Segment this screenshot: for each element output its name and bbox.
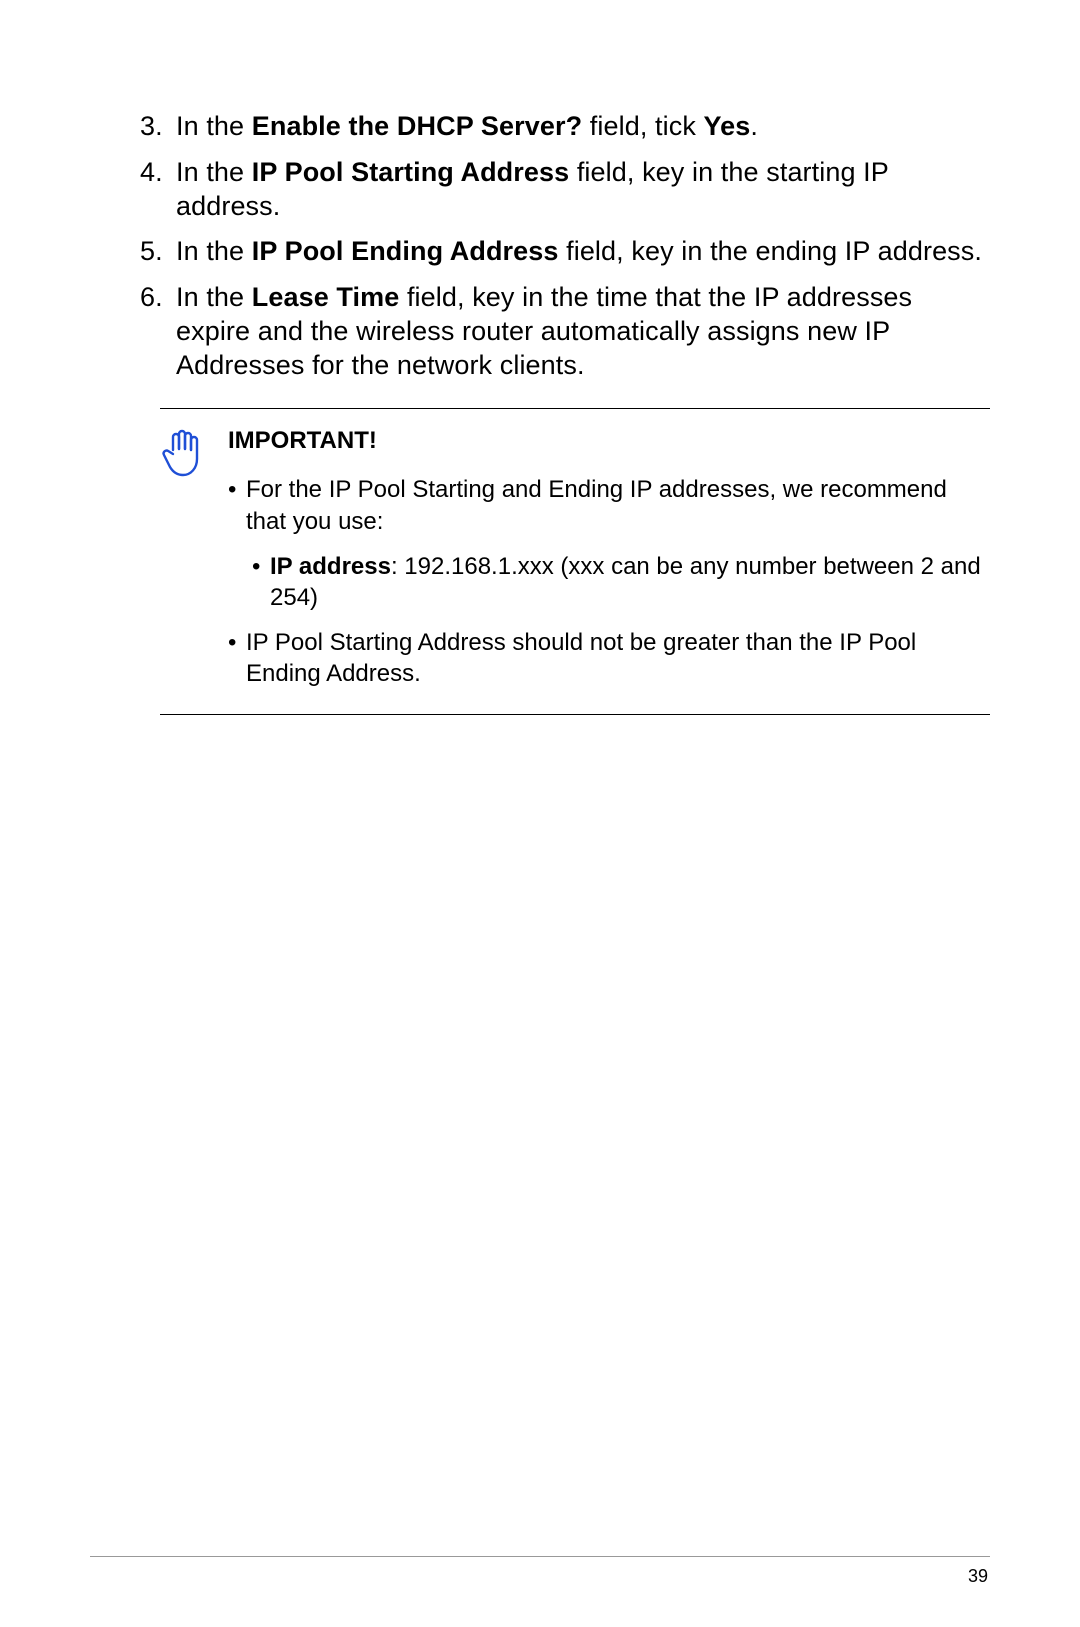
note-content: IMPORTANT! • For the IP Pool Starting an… bbox=[228, 425, 990, 703]
bullet-dot: • bbox=[252, 551, 270, 613]
step-item: 3. In the Enable the DHCP Server? field,… bbox=[140, 110, 990, 144]
note-bullet-text: For the IP Pool Starting and Ending IP a… bbox=[246, 474, 990, 536]
step-number: 3. bbox=[140, 110, 176, 144]
note-title: IMPORTANT! bbox=[228, 425, 990, 456]
note-bottom-rule bbox=[160, 714, 990, 715]
step-body: In the Enable the DHCP Server? field, ti… bbox=[176, 110, 990, 144]
bullet-dot: • bbox=[228, 474, 246, 536]
note-sub-list: • IP address: 192.168.1.xxx (xxx can be … bbox=[228, 551, 990, 613]
step-body: In the IP Pool Ending Address field, key… bbox=[176, 235, 990, 269]
step-item: 4. In the IP Pool Starting Address field… bbox=[140, 156, 990, 224]
step-list: 3. In the Enable the DHCP Server? field,… bbox=[140, 110, 990, 382]
hand-icon bbox=[160, 425, 228, 703]
note-bullet: • IP Pool Starting Address should not be… bbox=[228, 627, 990, 689]
note-sub-bullet: • IP address: 192.168.1.xxx (xxx can be … bbox=[252, 551, 990, 613]
note-bullet: • For the IP Pool Starting and Ending IP… bbox=[228, 474, 990, 536]
step-body: In the IP Pool Starting Address field, k… bbox=[176, 156, 990, 224]
step-item: 6. In the Lease Time field, key in the t… bbox=[140, 281, 990, 382]
footer-rule bbox=[90, 1556, 990, 1557]
page: 3. In the Enable the DHCP Server? field,… bbox=[0, 0, 1080, 1627]
bullet-dot: • bbox=[228, 627, 246, 689]
step-number: 5. bbox=[140, 235, 176, 269]
note-row: IMPORTANT! • For the IP Pool Starting an… bbox=[160, 409, 990, 713]
step-number: 4. bbox=[140, 156, 176, 224]
note-sub-bullet-text: IP address: 192.168.1.xxx (xxx can be an… bbox=[270, 551, 990, 613]
note-bullet-text: IP Pool Starting Address should not be g… bbox=[246, 627, 990, 689]
important-note: IMPORTANT! • For the IP Pool Starting an… bbox=[160, 408, 990, 714]
step-number: 6. bbox=[140, 281, 176, 382]
step-body: In the Lease Time field, key in the time… bbox=[176, 281, 990, 382]
page-number: 39 bbox=[968, 1566, 988, 1587]
step-item: 5. In the IP Pool Ending Address field, … bbox=[140, 235, 990, 269]
